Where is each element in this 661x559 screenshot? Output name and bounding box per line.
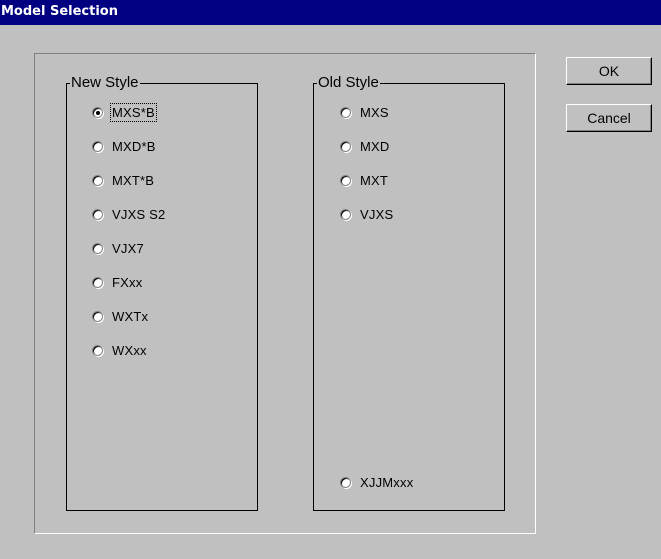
radio-button-icon (92, 208, 103, 220)
radio-label: MXS (360, 104, 389, 120)
radio-label: VJXS S2 (112, 206, 166, 222)
radio-label: VJXS (360, 206, 394, 222)
window-title: Model Selection (1, 4, 118, 19)
radio-button-icon (92, 174, 103, 186)
radio-vjxs-s2[interactable]: VJXS S2 (92, 206, 165, 222)
title-bar[interactable]: Model Selection (0, 0, 661, 25)
new-style-legend: New Style (70, 74, 140, 92)
radio-label: WXxx (112, 342, 147, 358)
radio-fxxx[interactable]: FXxx (92, 274, 142, 290)
radio-label: XJJMxxx (360, 474, 414, 490)
radio-label: MXD (360, 138, 390, 154)
radio-wxtx[interactable]: WXTx (92, 308, 148, 324)
radio-button-icon (92, 344, 103, 356)
radio-xjjmxxx[interactable]: XJJMxxx (340, 474, 413, 490)
radio-button-icon (92, 140, 103, 152)
ok-button[interactable]: OK (566, 57, 652, 85)
radio-label: MXD*B (112, 138, 156, 154)
radio-button-icon (92, 242, 103, 254)
radio-button-icon (340, 476, 351, 488)
radio-label: MXS*B (110, 102, 157, 122)
radio-vjx7[interactable]: VJX7 (92, 240, 144, 256)
radio-mxd[interactable]: MXD (340, 138, 390, 154)
radio-label: FXxx (112, 274, 143, 290)
radio-mxs-b[interactable]: MXS*B (92, 102, 157, 122)
radio-button-icon (340, 140, 351, 152)
radio-button-icon (92, 106, 103, 118)
radio-label: MXT (360, 172, 389, 188)
radio-label: WXTx (112, 308, 149, 324)
radio-button-icon (340, 106, 351, 118)
radio-button-icon (92, 276, 103, 288)
radio-vjxs[interactable]: VJXS (340, 206, 393, 222)
old-style-legend: Old Style (317, 74, 380, 92)
radio-button-icon (340, 174, 351, 186)
radio-button-icon (92, 310, 103, 322)
radio-label: MXT*B (112, 172, 155, 188)
radio-label: VJX7 (112, 240, 144, 256)
radio-button-icon (340, 208, 351, 220)
radio-mxs[interactable]: MXS (340, 104, 389, 120)
cancel-button[interactable]: Cancel (566, 104, 652, 132)
radio-mxd-b[interactable]: MXD*B (92, 138, 156, 154)
radio-wxxx[interactable]: WXxx (92, 342, 147, 358)
radio-mxt-b[interactable]: MXT*B (92, 172, 154, 188)
radio-mxt[interactable]: MXT (340, 172, 388, 188)
